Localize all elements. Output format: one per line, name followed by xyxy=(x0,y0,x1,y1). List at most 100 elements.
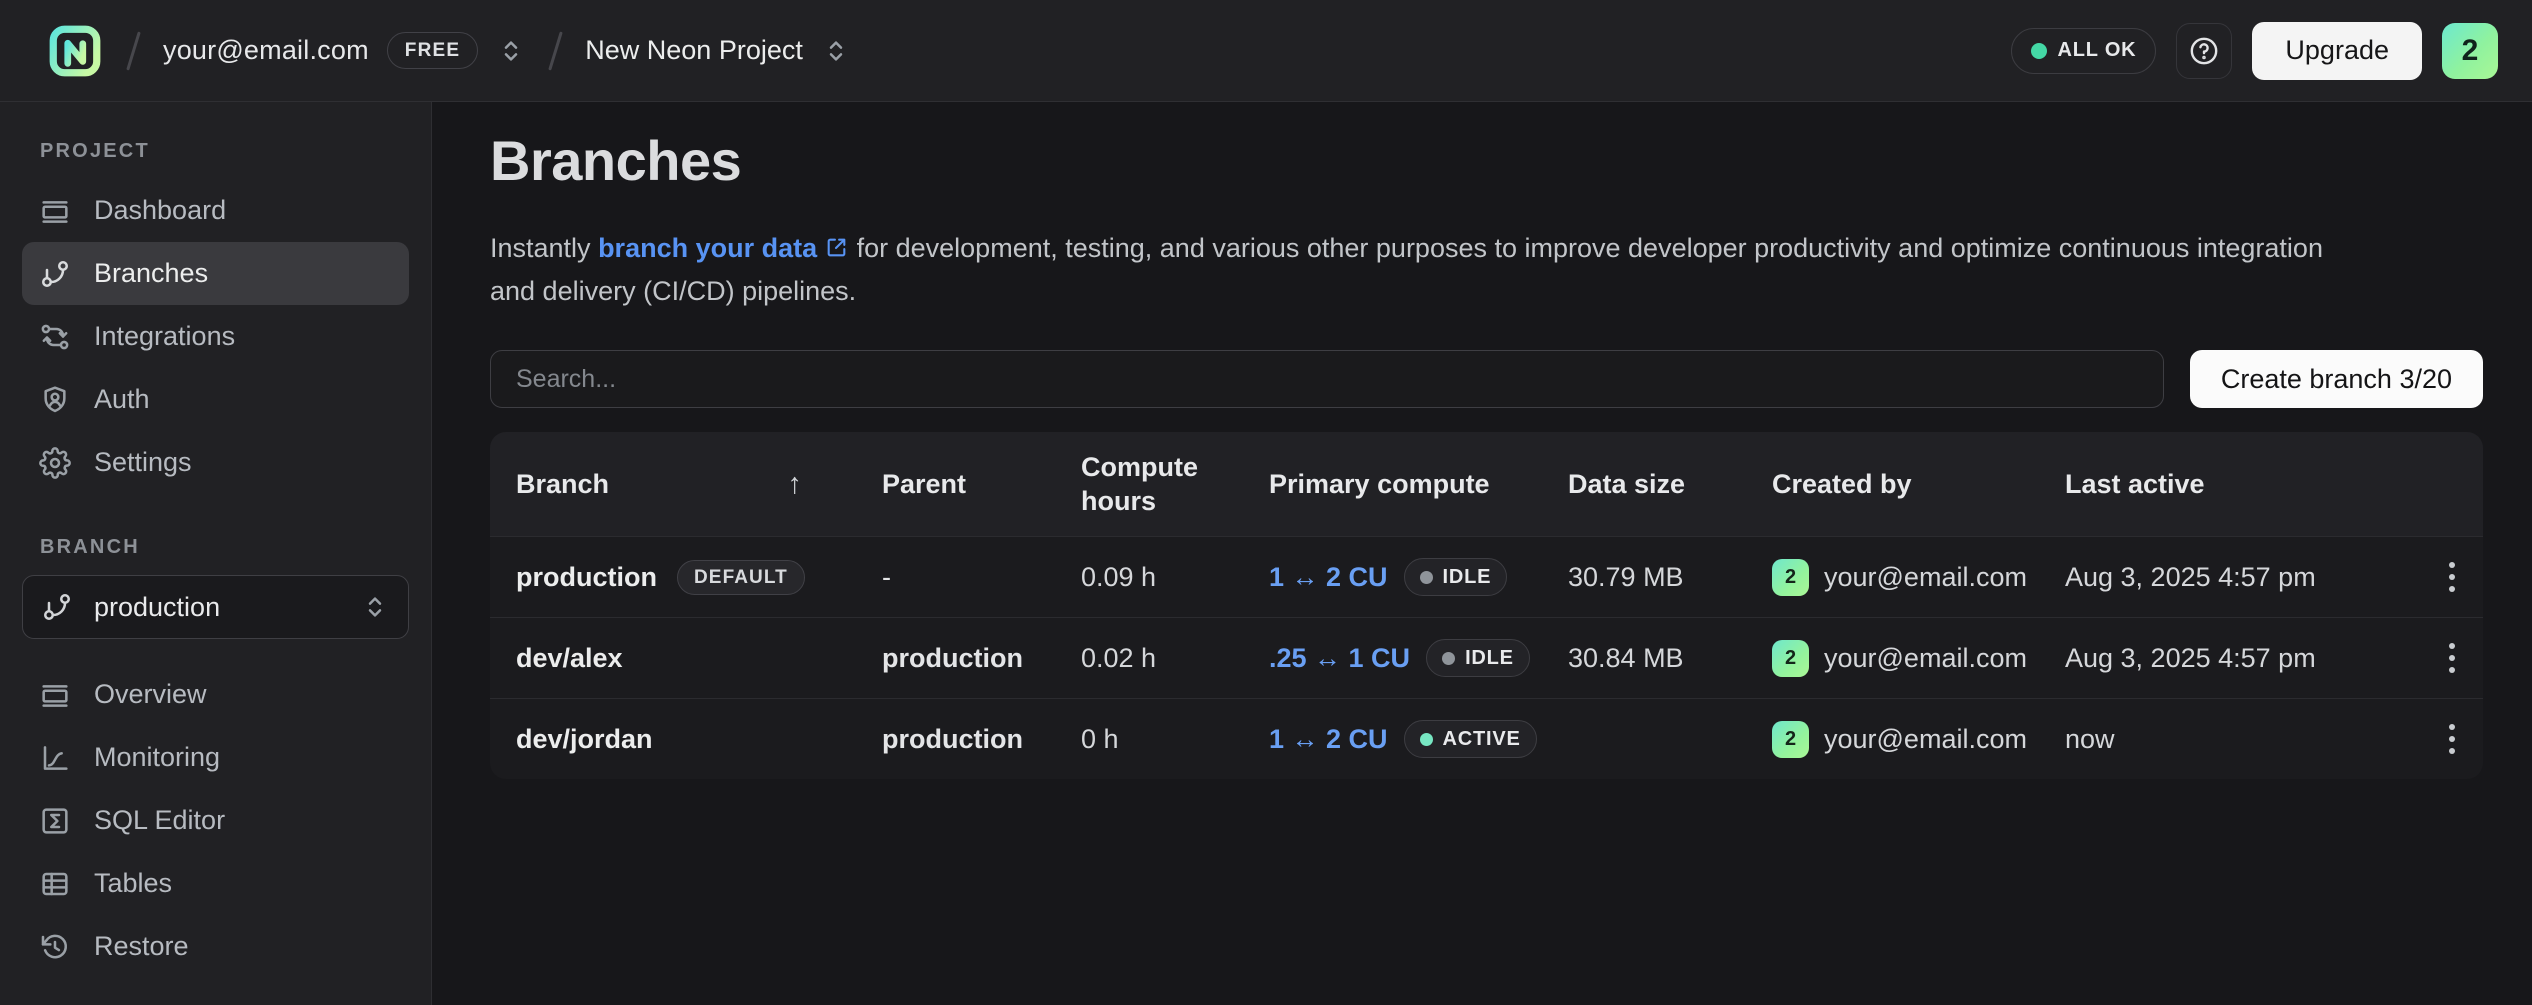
last-active: Aug 3, 2025 4:57 pm xyxy=(2065,562,2420,593)
sidebar-item-integrations[interactable]: Integrations xyxy=(22,305,409,368)
created-by-email: your@email.com xyxy=(1824,562,2027,593)
column-header-branch[interactable]: Branch ↑ xyxy=(516,467,882,501)
state-dot-icon xyxy=(1420,571,1433,584)
top-bar: your@email.com FREE New Neon Project ALL… xyxy=(0,0,2532,102)
breadcrumb: your@email.com FREE New Neon Project xyxy=(46,22,851,80)
sidebar-item-settings[interactable]: Settings xyxy=(22,431,409,494)
avatar: 2 xyxy=(1772,559,1809,596)
chevrons-up-down-icon[interactable] xyxy=(821,36,851,66)
sidebar-item-sql-editor[interactable]: SQL Editor xyxy=(22,789,409,852)
chevrons-up-down-icon[interactable] xyxy=(360,592,390,622)
branch-name: production xyxy=(516,562,657,593)
column-header-created-by: Created by xyxy=(1772,467,2065,501)
app-root: your@email.com FREE New Neon Project ALL… xyxy=(0,0,2532,1005)
column-header-last-active: Last active xyxy=(2065,467,2420,501)
compute-hours: 0.02 h xyxy=(1081,643,1269,674)
search-input[interactable] xyxy=(490,350,2164,408)
external-link-icon xyxy=(824,235,849,260)
compute-hours: 0 h xyxy=(1081,724,1269,755)
upgrade-button[interactable]: Upgrade xyxy=(2252,22,2422,80)
sidebar-item-overview[interactable]: Overview xyxy=(22,663,409,726)
data-size: 30.79 MB xyxy=(1568,562,1772,593)
selected-branch: production xyxy=(94,592,220,623)
history-clock-icon xyxy=(39,931,71,963)
sidebar-item-label: Restore xyxy=(94,931,189,962)
table-row[interactable]: dev/alex production 0.02 h .25 ↔ 1 CU ID… xyxy=(490,617,2483,698)
git-branch-icon xyxy=(41,591,73,623)
breadcrumb-separator-icon xyxy=(126,31,141,70)
toolbar: Create branch 3/20 xyxy=(490,350,2483,408)
sidebar-item-label: Dashboard xyxy=(94,195,226,226)
state-dot-icon xyxy=(1442,652,1455,665)
sidebar-item-label: Auth xyxy=(94,384,150,415)
integrations-icon xyxy=(39,321,71,353)
notification-badge-button[interactable]: 2 xyxy=(2442,23,2498,79)
create-branch-button[interactable]: Create branch 3/20 xyxy=(2190,350,2483,408)
row-menu-button[interactable] xyxy=(2439,552,2465,602)
row-menu-button[interactable] xyxy=(2439,714,2465,764)
sidebar-section-branch: BRANCH production Overview Monitoring SQ… xyxy=(22,536,409,978)
last-active: now xyxy=(2065,724,2420,755)
compute-hours: 0.09 h xyxy=(1081,562,1269,593)
page-description: Instantly branch your data for developme… xyxy=(490,227,2335,313)
sidebar-item-monitoring[interactable]: Monitoring xyxy=(22,726,409,789)
avatar: 2 xyxy=(1772,721,1809,758)
system-status-pill[interactable]: ALL OK xyxy=(2011,28,2157,74)
chart-curve-icon xyxy=(39,742,71,774)
sidebar-section-branch-label: BRANCH xyxy=(40,536,409,559)
sidebar-item-dashboard[interactable]: Dashboard xyxy=(22,179,409,242)
sidebar-item-label: Overview xyxy=(94,679,207,710)
shield-user-icon xyxy=(39,384,71,416)
org-selector[interactable]: your@email.com FREE xyxy=(163,32,526,69)
topbar-actions: ALL OK Upgrade 2 xyxy=(2011,22,2498,80)
org-email: your@email.com xyxy=(163,35,369,66)
branch-name: dev/jordan xyxy=(516,724,653,755)
neon-logo-svg xyxy=(46,22,104,80)
parent-branch: - xyxy=(882,562,1081,593)
branch-select[interactable]: production xyxy=(22,575,409,639)
page-title: Branches xyxy=(490,128,2483,193)
column-header-primary-compute: Primary compute xyxy=(1269,467,1568,501)
column-header-parent: Parent xyxy=(882,467,1081,501)
project-selector[interactable]: New Neon Project xyxy=(585,35,851,66)
sidebar-item-label: SQL Editor xyxy=(94,805,225,836)
plan-badge: FREE xyxy=(387,32,478,69)
table-row[interactable]: production DEFAULT - 0.09 h 1 ↔ 2 CU IDL… xyxy=(490,536,2483,617)
primary-compute-size: .25 ↔ 1 CU xyxy=(1269,643,1410,674)
project-name: New Neon Project xyxy=(585,35,803,66)
sidebar-item-auth[interactable]: Auth xyxy=(22,368,409,431)
sidebar: PROJECT Dashboard Branches Integrations … xyxy=(0,102,432,1005)
sidebar-item-label: Tables xyxy=(94,868,172,899)
sidebar-item-branches[interactable]: Branches xyxy=(22,242,409,305)
table-grid-icon xyxy=(39,868,71,900)
neon-logo-icon[interactable] xyxy=(46,22,104,80)
sidebar-item-tables[interactable]: Tables xyxy=(22,852,409,915)
last-active: Aug 3, 2025 4:57 pm xyxy=(2065,643,2420,674)
dashboard-icon xyxy=(39,195,71,227)
status-dot-icon xyxy=(2031,43,2047,59)
primary-compute-size: 1 ↔ 2 CU xyxy=(1269,724,1388,755)
gear-icon xyxy=(39,447,71,479)
help-button[interactable] xyxy=(2176,23,2232,79)
state-dot-icon xyxy=(1420,733,1433,746)
sort-ascending-icon: ↑ xyxy=(788,467,803,501)
sidebar-item-label: Integrations xyxy=(94,321,235,352)
column-header-data-size: Data size xyxy=(1568,467,1772,501)
sidebar-item-label: Branches xyxy=(94,258,208,289)
branches-table: Branch ↑ Parent Compute hours Primary co… xyxy=(490,432,2483,779)
chevrons-up-down-icon[interactable] xyxy=(496,36,526,66)
primary-compute-size: 1 ↔ 2 CU xyxy=(1269,562,1388,593)
parent-branch: production xyxy=(882,643,1081,674)
breadcrumb-separator-icon xyxy=(548,31,563,70)
sidebar-item-restore[interactable]: Restore xyxy=(22,915,409,978)
terminal-sigma-icon xyxy=(39,805,71,837)
branch-your-data-link[interactable]: branch your data xyxy=(598,233,849,263)
avatar: 2 xyxy=(1772,640,1809,677)
table-row[interactable]: dev/jordan production 0 h 1 ↔ 2 CU ACTIV… xyxy=(490,698,2483,779)
sidebar-item-label: Settings xyxy=(94,447,192,478)
row-menu-button[interactable] xyxy=(2439,633,2465,683)
default-badge: DEFAULT xyxy=(677,560,805,595)
sidebar-section-project-label: PROJECT xyxy=(40,140,409,163)
compute-state-badge: ACTIVE xyxy=(1404,720,1537,758)
branch-name: dev/alex xyxy=(516,643,623,674)
